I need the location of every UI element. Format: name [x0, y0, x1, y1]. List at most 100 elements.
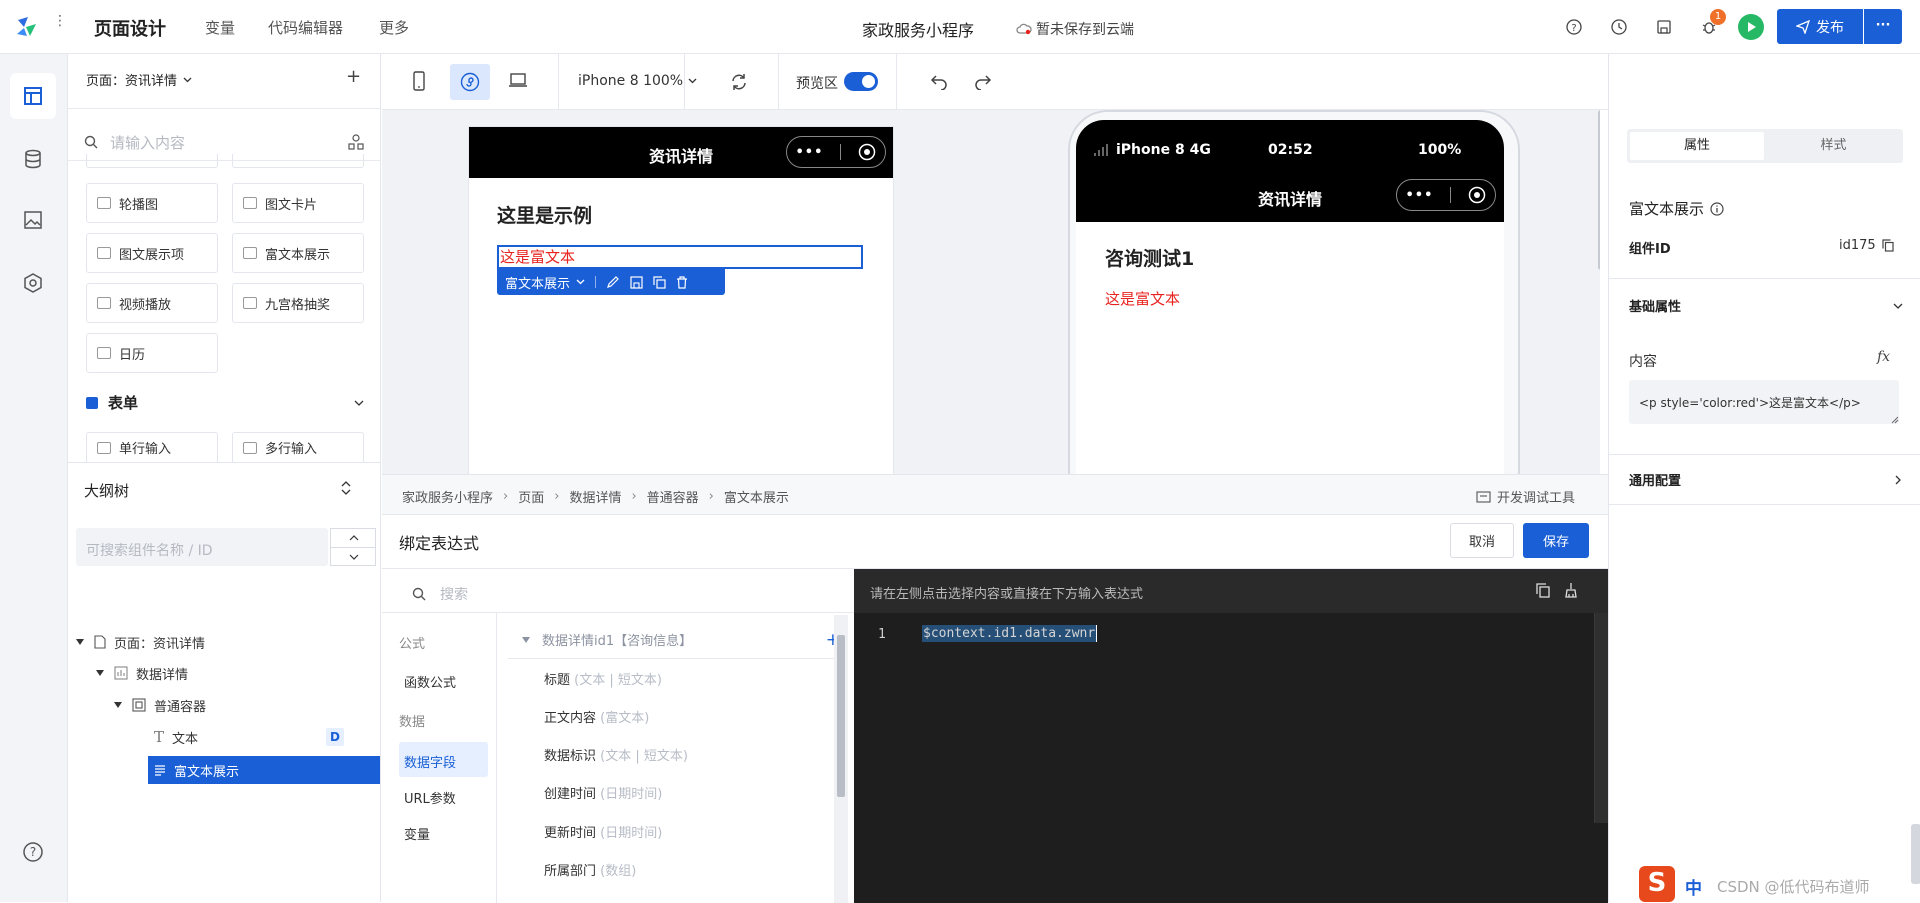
editor-scrollbar[interactable] — [1594, 613, 1608, 823]
expression-text[interactable]: $context.id1.data.zwnr — [922, 625, 1098, 642]
breadcrumb-item[interactable]: 家政服务小程序 — [402, 487, 493, 506]
form-section-header[interactable]: 表单 — [86, 392, 364, 413]
comp-single-input[interactable]: 单行输入 — [86, 432, 218, 462]
canvas-scrollbar[interactable] — [1598, 110, 1600, 270]
breadcrumb-item[interactable]: 富文本展示 — [724, 487, 789, 506]
extension-icon[interactable] — [10, 260, 56, 306]
page-selector[interactable]: 页面：资讯详情 — [86, 70, 192, 89]
field-data-id[interactable]: 数据标识 (文本 | 短文本) — [544, 745, 688, 765]
resize-handle-icon[interactable] — [1891, 416, 1899, 424]
comp-rich-text[interactable]: 富文本展示 — [232, 233, 364, 273]
capsule-menu[interactable]: ••• — [786, 136, 886, 168]
formula-fx-icon[interactable]: fx — [1877, 349, 1890, 365]
save-template-icon[interactable] — [630, 275, 643, 289]
outline-search-input[interactable]: 可搜索组件名称 / ID — [76, 528, 328, 566]
breadcrumb-item[interactable]: 数据详情 — [569, 487, 621, 506]
panel-scrollbar[interactable] — [1911, 824, 1920, 884]
comp-video[interactable]: 视频播放 — [86, 283, 218, 323]
clear-broom-icon[interactable] — [1564, 582, 1578, 598]
refresh-icon[interactable] — [730, 73, 748, 91]
scroll-up-button[interactable] — [330, 528, 376, 547]
menu-more[interactable]: 更多 — [379, 17, 409, 38]
database-icon[interactable] — [10, 136, 56, 182]
image-icon[interactable] — [10, 197, 56, 243]
divider — [382, 612, 854, 613]
tree-item-text[interactable]: T 文本 D — [154, 723, 344, 751]
comp-calendar[interactable]: 日历 — [86, 333, 218, 373]
expression-editor[interactable]: 请在左侧点击选择内容或直接在下方输入表达式 1 $context.id1.dat… — [854, 569, 1608, 903]
copy-icon[interactable] — [1536, 583, 1550, 598]
tree-item-container[interactable]: 普通容器 — [114, 691, 206, 719]
preview-toggle[interactable] — [844, 72, 878, 91]
debug-tool-button[interactable]: 开发调试工具 — [1476, 487, 1575, 506]
general-config-header[interactable]: 通用配置 — [1629, 470, 1903, 489]
history-icon[interactable] — [1611, 19, 1627, 35]
category-function-formula[interactable]: 函数公式 — [404, 672, 456, 691]
top-bar: ⋮ 页面设计 变量 代码编辑器 更多 家政服务小程序 暂未保存到云端 ? 1 发… — [0, 0, 1920, 54]
menu-code-editor[interactable]: 代码编辑器 — [268, 17, 343, 38]
help-icon[interactable]: ? — [1566, 19, 1582, 35]
field-department[interactable]: 所属部门 (数组) — [544, 860, 636, 880]
page-design-icon[interactable] — [10, 73, 56, 119]
tree-item-page[interactable]: 页面：资讯详情 — [76, 628, 205, 656]
field-body[interactable]: 正文内容 (富文本) — [544, 707, 649, 727]
breadcrumb-path: 家政服务小程序 › 页面 › 数据详情 › 普通容器 › 富文本展示 — [402, 487, 789, 506]
caret-down-icon — [76, 639, 84, 645]
save-icon[interactable] — [1656, 19, 1672, 35]
breadcrumb-item[interactable]: 普通容器 — [647, 487, 699, 506]
mobile-view-icon[interactable] — [412, 70, 426, 92]
close-circle-icon — [1468, 186, 1486, 204]
tree-item-data-detail[interactable]: 数据详情 — [96, 659, 188, 687]
desktop-view-icon[interactable] — [508, 72, 528, 88]
chevron-down-icon[interactable] — [576, 279, 585, 285]
comp-image-card[interactable]: 图文卡片 — [232, 183, 364, 223]
miniprogram-view-icon[interactable] — [450, 64, 490, 100]
category-variables[interactable]: 变量 — [404, 824, 430, 843]
undo-icon[interactable] — [930, 74, 948, 90]
edit-pen-icon[interactable] — [606, 275, 620, 289]
menu-variables[interactable]: 变量 — [205, 17, 235, 38]
add-page-icon[interactable]: + — [346, 66, 361, 87]
preview-label: 预览区 — [796, 76, 838, 92]
field-title[interactable]: 标题 (文本 | 短文本) — [544, 669, 662, 689]
field-created-at[interactable]: 创建时间 (日期时间) — [544, 783, 662, 803]
collapse-toggle-icon[interactable] — [340, 480, 352, 496]
comp-image-text-item[interactable]: 图文展示项 — [86, 233, 218, 273]
tab-styles[interactable]: 样式 — [1767, 132, 1900, 160]
delete-icon[interactable] — [676, 275, 688, 289]
fields-scrollbar[interactable] — [834, 615, 848, 903]
component-tree-icon[interactable] — [348, 134, 364, 150]
cancel-button[interactable]: 取消 — [1450, 523, 1514, 558]
preview-run-button[interactable] — [1738, 14, 1764, 40]
phone-screen: iPhone 8 4G 02:52 100% 资讯详情 ••• 咨询测试1 这是… — [1076, 120, 1504, 474]
comp-lottery[interactable]: 九宫格抽奖 — [232, 283, 364, 323]
editor-page[interactable]: 资讯详情 ••• 这里是示例 这是富文本 富文本展示 — [468, 126, 894, 474]
copy-icon[interactable] — [653, 275, 666, 289]
category-url-params[interactable]: URL参数 — [404, 788, 456, 807]
help-circle-icon[interactable]: ? — [10, 829, 56, 875]
datasource-header[interactable]: 数据详情id1【咨询信息】 + — [522, 630, 840, 650]
phone-capsule-menu[interactable]: ••• — [1396, 179, 1496, 211]
content-textarea[interactable]: <p style='color:red'>这是富文本</p> — [1629, 380, 1899, 424]
scroll-down-button[interactable] — [330, 547, 376, 566]
tree-item-rich-text-selected[interactable]: 富文本展示 — [148, 756, 380, 784]
field-updated-at[interactable]: 更新时间 (日期时间) — [544, 822, 662, 842]
info-icon[interactable] — [1710, 201, 1724, 216]
app-switch-icon[interactable]: ⋮ — [53, 14, 67, 36]
publish-button[interactable]: 发布 — [1777, 9, 1863, 44]
device-selector[interactable]: iPhone 8 100% — [578, 73, 697, 89]
tab-properties[interactable]: 属性 — [1630, 132, 1764, 160]
comp-multi-input[interactable]: 多行输入 — [232, 432, 364, 462]
redo-icon[interactable] — [974, 74, 992, 90]
editor-heading[interactable]: 这里是示例 — [497, 201, 592, 228]
comp-carousel[interactable]: 轮播图 — [86, 183, 218, 223]
category-data-fields-selected[interactable]: 数据字段 — [399, 742, 488, 777]
publish-more-button[interactable]: ··· — [1864, 9, 1902, 44]
basic-props-header[interactable]: 基础属性 — [1629, 296, 1903, 315]
editor-rich-text-selected[interactable]: 这是富文本 — [497, 245, 863, 269]
copy-icon[interactable] — [1882, 239, 1894, 252]
ime-mode[interactable]: 中 — [1685, 874, 1702, 899]
breadcrumb-item[interactable]: 页面 — [518, 487, 544, 506]
binding-search[interactable]: 搜索 — [412, 581, 882, 607]
save-button[interactable]: 保存 — [1523, 523, 1589, 558]
